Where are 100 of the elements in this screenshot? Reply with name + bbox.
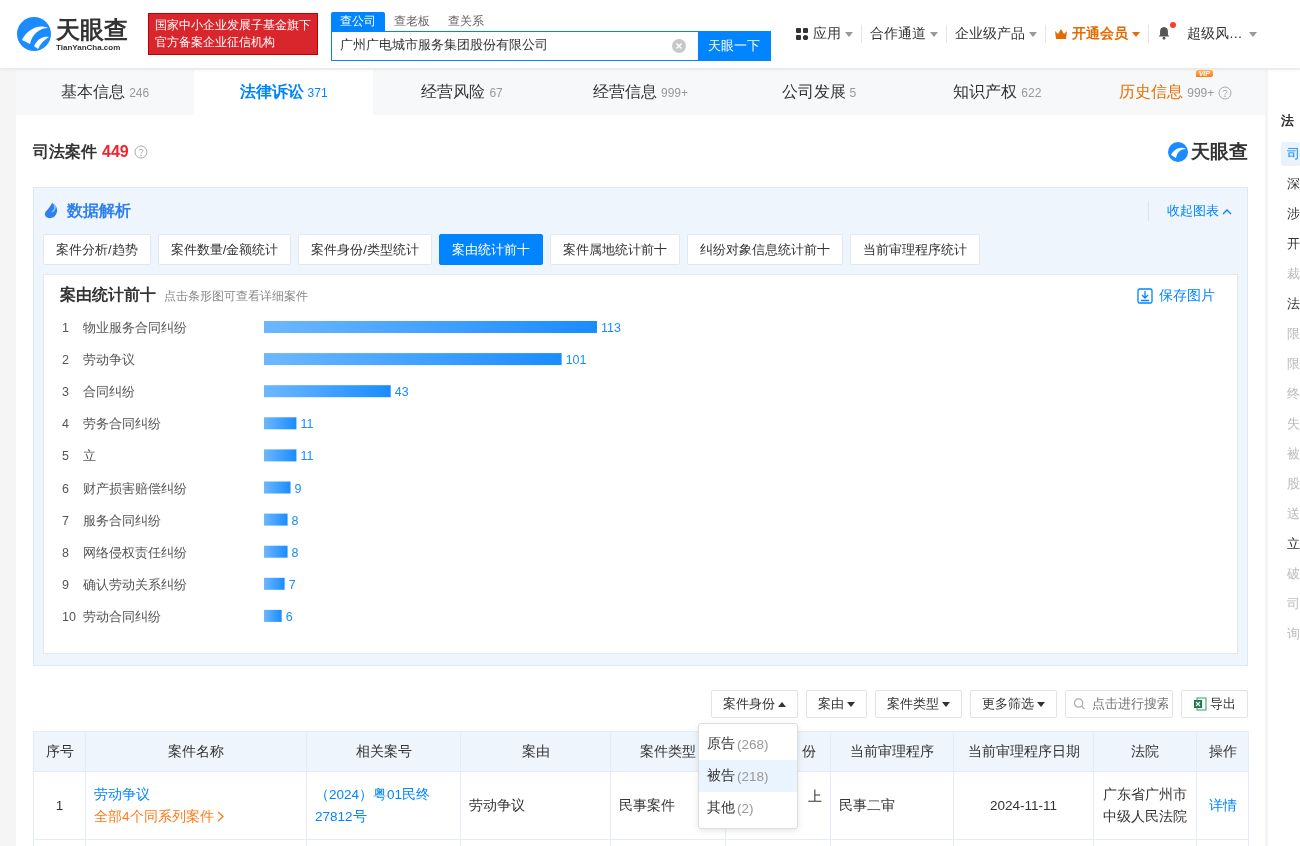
caret-up-icon xyxy=(778,701,786,707)
help-icon[interactable] xyxy=(133,145,148,159)
column-header: 相关案号 xyxy=(306,731,461,772)
section-tab[interactable]: 法律诉讼 371 xyxy=(194,70,373,115)
chart-title: 案由统计前十 xyxy=(60,285,156,305)
category-label[interactable]: 劳务合同纠纷 xyxy=(83,417,161,432)
bar[interactable] xyxy=(264,321,597,333)
bar[interactable] xyxy=(264,385,391,398)
bar[interactable] xyxy=(264,513,288,526)
category-label[interactable]: 立 xyxy=(83,449,96,464)
column-header: 操作 xyxy=(1196,731,1249,772)
rank-number: 8 xyxy=(62,545,69,560)
logo-icon xyxy=(1168,142,1188,162)
sidebar-item[interactable]: 涉 xyxy=(1281,202,1300,232)
category-label[interactable]: 劳动争议 xyxy=(83,353,135,368)
value-label: 6 xyxy=(285,609,293,624)
chart-tab[interactable]: 案件属地统计前十 xyxy=(549,234,680,265)
section-title: 司法案件 xyxy=(33,141,97,162)
category-label[interactable]: 物业服务合同纠纷 xyxy=(83,321,187,335)
save-image-button[interactable]: 保存图片 xyxy=(1131,285,1221,306)
table-cell: 1 xyxy=(33,771,86,840)
caret-down-icon xyxy=(1248,31,1257,37)
dropdown-option[interactable]: 其他(2) xyxy=(699,792,797,824)
chart-tab[interactable]: 案由统计前十 xyxy=(438,234,543,265)
rank-number: 9 xyxy=(62,577,69,592)
case-link[interactable]: 劳动争议 xyxy=(94,783,298,806)
section-tab[interactable]: 基本信息 246 xyxy=(16,70,195,115)
chart-tab[interactable]: 纠纷对象信息统计前十 xyxy=(686,234,843,265)
bell-icon[interactable] xyxy=(1157,26,1171,40)
value-label: 11 xyxy=(300,449,314,464)
section-tab[interactable]: 经营信息 999+ xyxy=(551,70,730,115)
column-header: 序号 xyxy=(33,731,86,772)
logo-icon xyxy=(16,16,52,52)
table-cell: 劳动争议 xyxy=(460,771,611,840)
bar[interactable] xyxy=(264,577,285,590)
bar[interactable] xyxy=(264,481,291,494)
bar[interactable] xyxy=(264,353,562,366)
export-button[interactable]: 导出 xyxy=(1181,690,1248,718)
column-header: 案件名称 xyxy=(85,731,307,772)
search-field[interactable]: 广州广电城市服务集团股份有限公司 天眼一下 xyxy=(331,30,771,61)
value-label: 43 xyxy=(394,385,409,400)
dropdown-option[interactable]: 被告(218) xyxy=(699,760,797,792)
value-label: 11 xyxy=(300,417,314,432)
bar[interactable] xyxy=(264,609,282,622)
section-tab[interactable]: 公司发展 5 xyxy=(729,70,909,115)
category-label[interactable]: 财产损害赔偿纠纷 xyxy=(83,481,187,496)
chart-tab[interactable]: 案件身份/类型统计 xyxy=(298,234,432,265)
nav-menu[interactable]: 应用 xyxy=(787,25,862,43)
filter-dropdown[interactable]: 更多筛选 xyxy=(970,690,1057,718)
category-label[interactable]: 服务合同纠纷 xyxy=(83,513,161,528)
column-header: 案由 xyxy=(460,731,611,772)
table-cell: 上 xyxy=(808,789,822,804)
chart-tab[interactable]: 当前审理程序统计 xyxy=(849,234,980,265)
search-tab[interactable]: 查老板 xyxy=(385,11,439,31)
chart-tab[interactable]: 案件数量/金额统计 xyxy=(157,234,292,265)
filter-dropdown[interactable]: 案件类型 xyxy=(875,690,962,718)
category-label[interactable]: 合同纠纷 xyxy=(83,385,135,400)
category-label[interactable]: 网络侵权责任纠纷 xyxy=(83,545,187,560)
filter-dropdown[interactable]: 案件身份 xyxy=(711,690,798,718)
filter-dropdown[interactable]: 案由 xyxy=(806,690,867,718)
user-menu[interactable]: 超级风… xyxy=(1181,25,1257,43)
case-count: 449 xyxy=(102,143,129,161)
rank-number: 3 xyxy=(62,385,69,400)
spreadsheet-icon xyxy=(1193,697,1207,711)
caret-down-icon xyxy=(1037,701,1045,707)
chevron-up-icon xyxy=(1222,207,1232,215)
table-cell: 民事二审 xyxy=(830,771,954,840)
section-tab[interactable]: 知识产权 622 xyxy=(908,70,1087,115)
nav-menu[interactable]: 合作通道 xyxy=(862,25,947,43)
bar[interactable] xyxy=(264,417,297,430)
rank-number: 1 xyxy=(62,321,69,335)
column-header: 当前审理程序 xyxy=(830,731,954,772)
column-header: 当前审理程序日期 xyxy=(953,731,1094,772)
help-icon[interactable] xyxy=(1218,85,1233,100)
search-tab[interactable]: 查公司 xyxy=(331,11,385,31)
clear-icon[interactable] xyxy=(672,38,686,53)
panel-title: 数据解析 xyxy=(67,200,131,221)
logo-text: 天眼查 xyxy=(56,16,128,43)
chart-tab[interactable]: 案件分析/趋势 xyxy=(43,234,151,265)
rank-number: 5 xyxy=(62,449,69,464)
slogan-banner: 国家中小企业发展子基金旗下 官方备案企业征信机构 xyxy=(148,13,318,55)
value-label: 7 xyxy=(288,577,296,592)
table-cell: 2024-11-11 xyxy=(953,771,1094,840)
section-tab[interactable]: 经营风险 67 xyxy=(372,70,552,115)
category-label[interactable]: 劳动合同纠纷 xyxy=(83,609,161,624)
sidebar-item[interactable]: 开 xyxy=(1281,232,1300,262)
sidebar-title: 法 xyxy=(1281,112,1295,130)
sidebar-item[interactable]: 立 xyxy=(1281,532,1300,562)
value-label: 101 xyxy=(565,353,587,368)
sidebar-item[interactable]: 法 xyxy=(1281,292,1300,322)
sidebar-item[interactable]: 深 xyxy=(1281,172,1300,202)
details-link[interactable]: 详情 xyxy=(1208,797,1237,813)
bar[interactable] xyxy=(264,545,288,558)
category-label[interactable]: 确认劳动关系纠纷 xyxy=(83,577,187,592)
search-button[interactable]: 天眼一下 xyxy=(698,31,770,60)
caret-down-icon xyxy=(845,31,853,37)
caret-down-icon xyxy=(930,31,938,37)
nav-menu[interactable]: 企业级产品 xyxy=(947,25,1046,43)
bar[interactable] xyxy=(264,449,297,462)
search-tab[interactable]: 查关系 xyxy=(439,11,493,31)
